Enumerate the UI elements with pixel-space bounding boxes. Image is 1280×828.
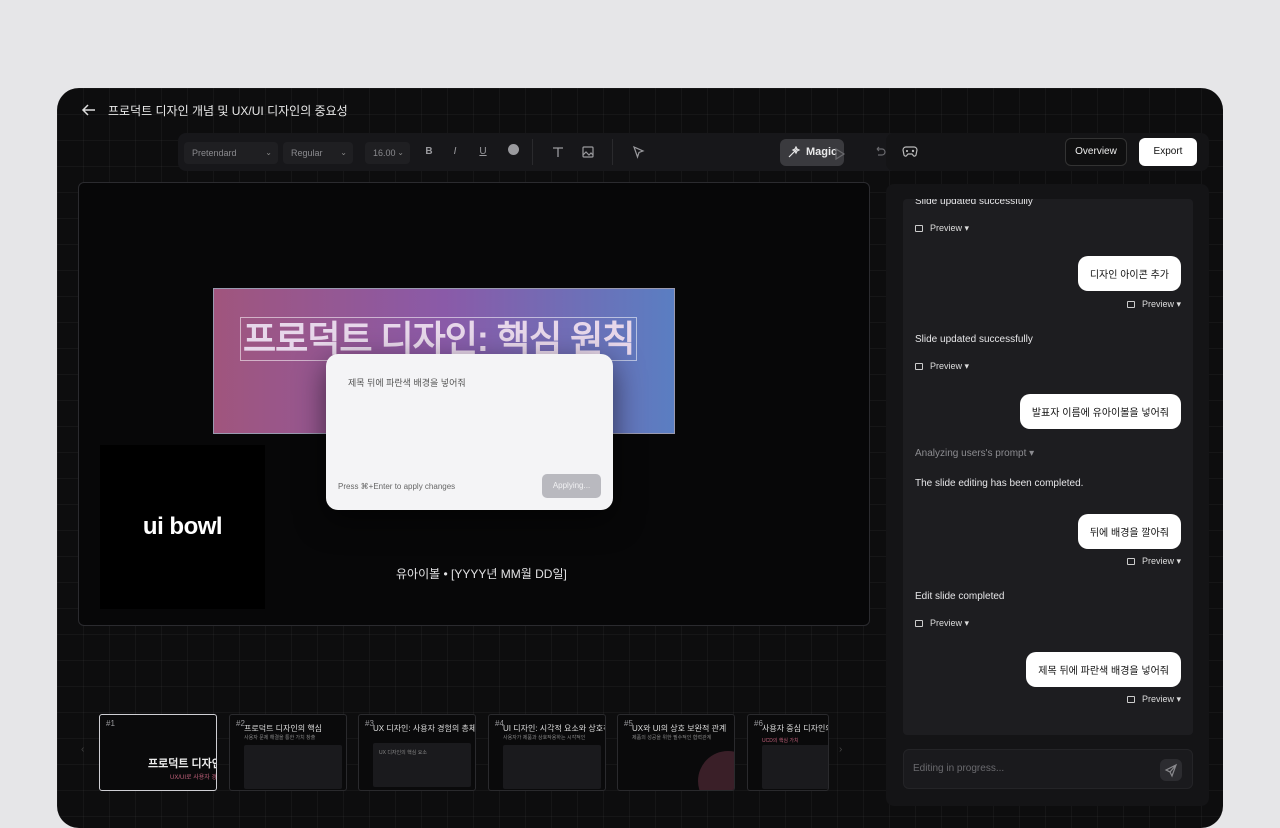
- applying-button[interactable]: Applying...: [542, 474, 601, 498]
- slide-thumbnails: #1 프로덕트 디자인 UX/UI로 사용자 경험 #2 프로덕트 디자인의 핵…: [99, 714, 829, 791]
- user-message: 발표자 이름에 유아이볼을 넣어줘: [1019, 394, 1181, 429]
- thumb-subtitle: UX 디자인의 핵심 요소: [379, 750, 427, 756]
- thumb-subtitle: 사용자가 제품과 상호작용하는 시각적인: [503, 735, 586, 741]
- thumb-subtitle: UX/UI로 사용자 경험: [170, 775, 217, 781]
- analyzing-label: Analyzing users's prompt: [915, 448, 1027, 459]
- text-color-button[interactable]: [504, 143, 522, 161]
- presenter-line[interactable]: 유아이볼 • [YYYY년 MM월 DD일]: [396, 565, 567, 582]
- magic-wand-icon: [788, 146, 801, 158]
- preview-toggle[interactable]: Preview ▾: [1126, 299, 1181, 310]
- app-window: 프로덕트 디자인 개념 및 UX/UI 디자인의 중요성 Pretendard …: [57, 88, 1223, 828]
- thumb-title: 프로덕트 디자인의 핵심: [244, 724, 323, 733]
- document-title: 프로덕트 디자인 개념 및 UX/UI 디자인의 중요성: [108, 104, 348, 118]
- thumbs-next-icon[interactable]: ›: [839, 744, 842, 755]
- preview-toggle[interactable]: Preview ▾: [915, 223, 969, 234]
- text-tool-icon[interactable]: [549, 143, 567, 161]
- thumbs-prev-icon[interactable]: ‹: [81, 744, 84, 755]
- analyzing-status[interactable]: Analyzing users's prompt ▾: [915, 448, 1034, 459]
- side-header: Overview Export: [886, 133, 1209, 171]
- chevron-down-icon: ⌄: [397, 148, 404, 157]
- thumbnail-2[interactable]: #2 프로덕트 디자인의 핵심 사용자 문제 해결을 통한 가치 창출: [229, 714, 347, 791]
- thumb-subtitle: 사용자 문제 해결을 통한 가치 창출: [244, 735, 316, 741]
- preview-toggle[interactable]: Preview ▾: [1126, 556, 1181, 567]
- system-message: Slide updated successfully: [915, 199, 1033, 207]
- divider: [612, 139, 613, 165]
- thumbnail-3[interactable]: #3 UX 디자인: 사용자 경험의 총체적 설 UX 디자인의 핵심 요소: [358, 714, 476, 791]
- magic-prompt-popup: 제목 뒤에 파란색 배경을 넣어줘 Press ⌘+Enter to apply…: [326, 354, 613, 510]
- system-message: The slide editing has been completed.: [915, 478, 1084, 489]
- thumb-title: 사용자 중심 디자인의 중: [762, 724, 828, 733]
- chevron-down-icon: ⌄: [340, 148, 347, 157]
- pointer-tool-icon[interactable]: [629, 143, 647, 161]
- underline-button[interactable]: U: [474, 143, 492, 161]
- back-arrow-icon[interactable]: [81, 102, 97, 118]
- preview-label: Preview: [930, 361, 963, 371]
- thumb-content: [762, 745, 828, 789]
- prompt-hint: Press ⌘+Enter to apply changes: [338, 482, 456, 491]
- thumb-num: #1: [106, 719, 115, 728]
- format-toolbar: Pretendard ⌄ Regular ⌄ 16.00 ⌄ B I U Mag…: [178, 133, 924, 171]
- font-weight-select[interactable]: Regular ⌄: [283, 142, 353, 164]
- bold-button[interactable]: B: [420, 143, 438, 161]
- image-icon: [915, 363, 923, 370]
- font-weight-value: Regular: [291, 148, 323, 158]
- preview-label: Preview: [930, 223, 963, 233]
- color-swatch-icon: [507, 144, 519, 155]
- preview-toggle[interactable]: Preview ▾: [915, 361, 969, 372]
- thumb-content: [244, 745, 342, 789]
- user-message: 디자인 아이콘 추가: [1077, 256, 1181, 291]
- font-family-select[interactable]: Pretendard ⌄: [184, 142, 278, 164]
- font-size-select[interactable]: 16.00 ⌄: [365, 142, 410, 164]
- thumbnail-4[interactable]: #4 UI 디자인: 시각적 요소와 상호작용의 사용자가 제품과 상호작용하는…: [488, 714, 606, 791]
- thumb-title: 프로덕트 디자인: [148, 758, 217, 770]
- system-message: Edit slide completed: [915, 591, 1005, 602]
- image-icon: [915, 620, 923, 627]
- system-message: Slide updated successfully: [915, 334, 1033, 345]
- brand-logo: ui bowl: [142, 513, 223, 540]
- prompt-input[interactable]: 제목 뒤에 파란색 배경을 넣어줘: [348, 376, 466, 389]
- image-icon: [1126, 558, 1135, 565]
- image-tool-icon[interactable]: [579, 143, 597, 161]
- chevron-down-icon: ⌄: [265, 148, 272, 157]
- user-message: 뒤에 배경을 깔아줘: [1077, 514, 1181, 549]
- thumb-subtitle: UCD의 핵심 가치: [762, 738, 799, 744]
- preview-toggle[interactable]: Preview ▾: [915, 618, 969, 629]
- divider: [532, 139, 533, 165]
- thumbnail-5[interactable]: #5 UX와 UI의 상호 보완적 관계 제품의 성공을 위한 필수적인 협력관…: [617, 714, 735, 791]
- chat-input[interactable]: Editing in progress...: [903, 749, 1193, 789]
- thumb-title: UX 디자인: 사용자 경험의 총체적 설: [373, 724, 476, 733]
- thumb-content: [503, 745, 601, 789]
- image-icon: [915, 225, 923, 232]
- export-button[interactable]: Export: [1139, 138, 1197, 166]
- user-message: 제목 뒤에 파란색 배경을 넣어줘: [1026, 652, 1181, 687]
- preview-label: Preview: [1141, 299, 1174, 309]
- play-icon[interactable]: [830, 145, 848, 163]
- gamepad-icon[interactable]: [902, 144, 918, 158]
- italic-button[interactable]: I: [446, 143, 464, 161]
- overview-button[interactable]: Overview: [1065, 138, 1127, 166]
- image-icon: [1126, 301, 1135, 308]
- chat-input-placeholder: Editing in progress...: [913, 763, 1005, 774]
- thumbnail-1[interactable]: #1 프로덕트 디자인 UX/UI로 사용자 경험: [99, 714, 217, 791]
- chat-history[interactable]: Slide updated successfully Preview ▾ 디자인…: [903, 199, 1193, 735]
- preview-toggle[interactable]: Preview ▾: [1126, 694, 1181, 705]
- image-icon: [1126, 696, 1135, 703]
- preview-label: Preview: [930, 618, 963, 628]
- logo-block[interactable]: ui bowl: [100, 445, 265, 609]
- preview-label: Preview: [1141, 694, 1174, 704]
- font-size-value: 16.00: [373, 148, 396, 158]
- font-family-value: Pretendard: [192, 148, 237, 158]
- slide-canvas[interactable]: 프로덕트 디자인: 핵심 원칙 ui bowl 유아이볼 • [YYYY년 MM…: [78, 182, 870, 626]
- thumb-subtitle: 제품의 성공을 위한 필수적인 협력관계: [632, 735, 712, 741]
- preview-label: Preview: [1141, 556, 1174, 566]
- thumbnail-6[interactable]: #6 사용자 중심 디자인의 중 UCD의 핵심 가치: [747, 714, 829, 791]
- send-button[interactable]: [1160, 759, 1182, 781]
- assistant-panel: Slide updated successfully Preview ▾ 디자인…: [886, 184, 1209, 806]
- thumb-circle: [698, 751, 734, 790]
- thumb-title: UX와 UI의 상호 보완적 관계: [632, 724, 727, 733]
- send-icon: [1164, 763, 1178, 778]
- thumb-title: UI 디자인: 시각적 요소와 상호작용의: [503, 724, 605, 733]
